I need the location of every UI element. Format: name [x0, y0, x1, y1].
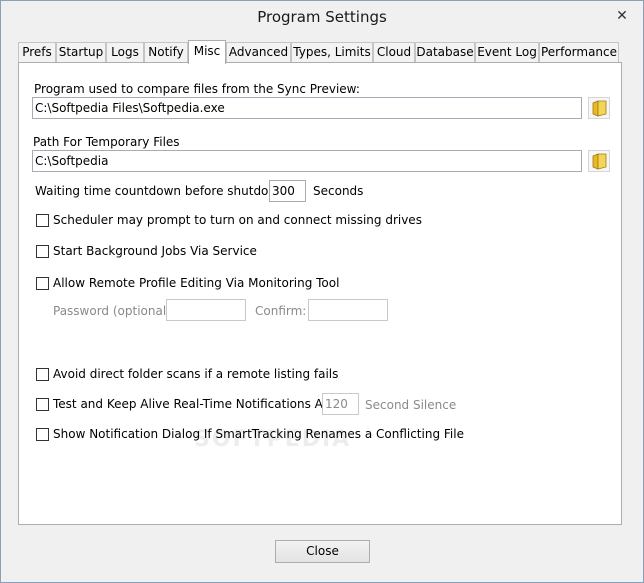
keep-alive-label: Test and Keep Alive Real-Time Notificati… [53, 397, 344, 411]
softpedia-watermark: SOFTPEDIA [194, 427, 352, 452]
temp-browse-button[interactable] [588, 150, 610, 172]
tab-logs[interactable]: Logs [106, 42, 144, 63]
window-title: Program Settings [257, 8, 387, 26]
scheduler-prompt-checkbox[interactable] [36, 214, 49, 227]
wait-time-label: Waiting time countdown before shutdown: [35, 184, 290, 198]
confirm-label: Confirm: [255, 304, 307, 318]
wait-time-unit: Seconds [313, 184, 364, 198]
remote-editing-checkbox[interactable] [36, 277, 49, 290]
confirm-input[interactable] [308, 299, 388, 321]
background-jobs-label: Start Background Jobs Via Service [53, 244, 257, 258]
notification-dialog-checkbox[interactable] [36, 428, 49, 441]
keep-alive-checkbox[interactable] [36, 398, 49, 411]
password-input[interactable] [166, 299, 246, 321]
avoid-scans-label: Avoid direct folder scans if a remote li… [53, 367, 339, 381]
tab-database[interactable]: Database [415, 42, 475, 63]
tab-performance[interactable]: Performance [539, 42, 619, 63]
keep-alive-unit: Second Silence [365, 398, 457, 412]
tab-types-limits[interactable]: Types, Limits [291, 42, 373, 63]
misc-panel: Program used to compare files from the S… [18, 62, 622, 525]
tab-startup[interactable]: Startup [56, 42, 106, 63]
compare-program-input[interactable]: C:\Softpedia Files\Softpedia.exe [32, 97, 582, 119]
window-close-icon[interactable]: ✕ [613, 7, 631, 25]
tab-notify[interactable]: Notify [144, 42, 188, 63]
program-settings-window: Program Settings ✕ Prefs Startup Logs No… [0, 0, 644, 583]
background-jobs-checkbox[interactable] [36, 245, 49, 258]
temp-path-label: Path For Temporary Files [33, 135, 180, 149]
temp-path-input[interactable]: C:\Softpedia [32, 150, 582, 172]
tab-event-log[interactable]: Event Log [475, 42, 539, 63]
avoid-scans-checkbox[interactable] [36, 368, 49, 381]
keep-alive-input[interactable]: 120 [322, 393, 359, 415]
password-label: Password (optional): [53, 304, 175, 318]
wait-time-input[interactable]: 300 [269, 180, 306, 202]
remote-editing-label: Allow Remote Profile Editing Via Monitor… [53, 276, 340, 290]
close-button[interactable]: Close [275, 540, 370, 563]
folder-icon [592, 153, 607, 170]
compare-browse-button[interactable] [588, 97, 610, 119]
tab-misc[interactable]: Misc [188, 40, 226, 64]
tab-advanced[interactable]: Advanced [226, 42, 291, 63]
tab-cloud[interactable]: Cloud [373, 42, 415, 63]
folder-icon [592, 100, 607, 117]
compare-program-label: Program used to compare files from the S… [34, 82, 360, 96]
title-bar: Program Settings ✕ [1, 1, 643, 33]
scheduler-prompt-label: Scheduler may prompt to turn on and conn… [53, 213, 422, 227]
tab-prefs[interactable]: Prefs [18, 42, 56, 63]
